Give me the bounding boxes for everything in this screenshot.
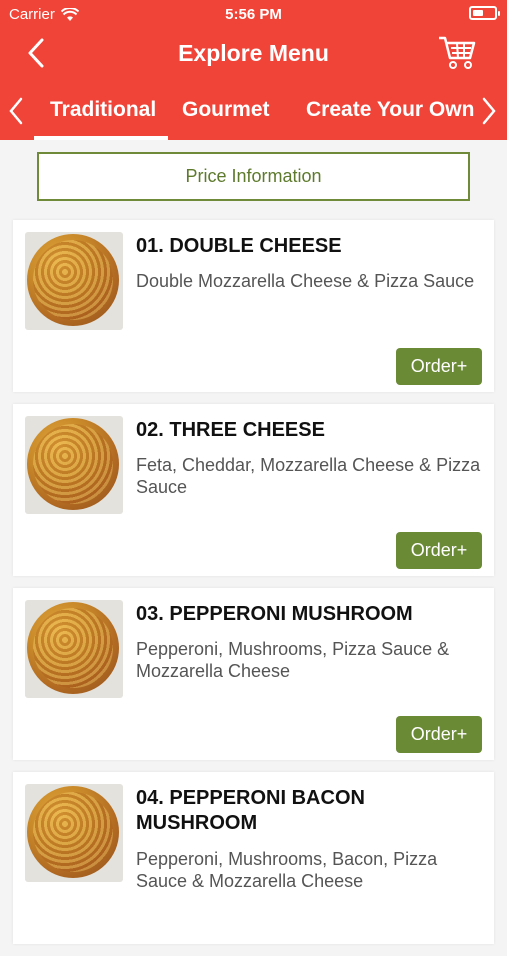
pizza-image [25, 784, 123, 882]
menu-item-card: 02. THREE CHEESE Feta, Cheddar, Mozzarel… [13, 404, 494, 576]
item-description: Pepperoni, Mushrooms, Pizza Sauce & Mozz… [136, 639, 450, 681]
item-description: Pepperoni, Mushrooms, Bacon, Pizza Sauce… [136, 849, 438, 891]
battery-icon [469, 6, 500, 20]
item-name: 02. THREE CHEESE [136, 419, 325, 441]
item-name: 03. PEPPERONI MUSHROOM [136, 603, 413, 625]
tab-gourmet[interactable]: Gourmet [182, 98, 270, 122]
nav-bar: Explore Menu [0, 30, 507, 76]
category-tabs: Traditional Gourmet Create Your Own [0, 86, 507, 140]
app-header: Carrier 5:56 PM Explore Menu Traditional… [0, 0, 507, 140]
tab-traditional[interactable]: Traditional [50, 98, 156, 122]
pizza-image [25, 600, 123, 698]
item-name: 04. PEPPERONI BACON MUSHROOM [136, 787, 365, 834]
item-name: 01. DOUBLE CHEESE [136, 235, 342, 257]
order-button[interactable]: Order+ [396, 532, 482, 569]
cart-icon[interactable] [437, 32, 477, 72]
menu-item-card: 01. DOUBLE CHEESE Double Mozzarella Chee… [13, 220, 494, 392]
pizza-image [25, 416, 123, 514]
page-title: Explore Menu [178, 40, 329, 66]
tab-create-your-own[interactable]: Create Your Own [306, 98, 474, 122]
menu-list: 01. DOUBLE CHEESE Double Mozzarella Chee… [13, 220, 494, 956]
order-button[interactable]: Order+ [396, 348, 482, 385]
status-bar: Carrier 5:56 PM [0, 0, 507, 28]
status-time: 5:56 PM [225, 6, 282, 23]
pizza-image [25, 232, 123, 330]
menu-item-card: 03. PEPPERONI MUSHROOM Pepperoni, Mushro… [13, 588, 494, 760]
chevron-right-icon[interactable] [477, 96, 499, 126]
item-description: Feta, Cheddar, Mozzarella Cheese & Pizza… [136, 455, 481, 497]
chevron-left-icon[interactable] [6, 96, 28, 126]
price-information-button[interactable]: Price Information [37, 152, 470, 201]
menu-item-card: 04. PEPPERONI BACON MUSHROOM Pepperoni, … [13, 772, 494, 944]
active-tab-indicator [34, 136, 168, 140]
order-button[interactable]: Order+ [396, 716, 482, 753]
item-description: Double Mozzarella Cheese & Pizza Sauce [136, 271, 475, 291]
